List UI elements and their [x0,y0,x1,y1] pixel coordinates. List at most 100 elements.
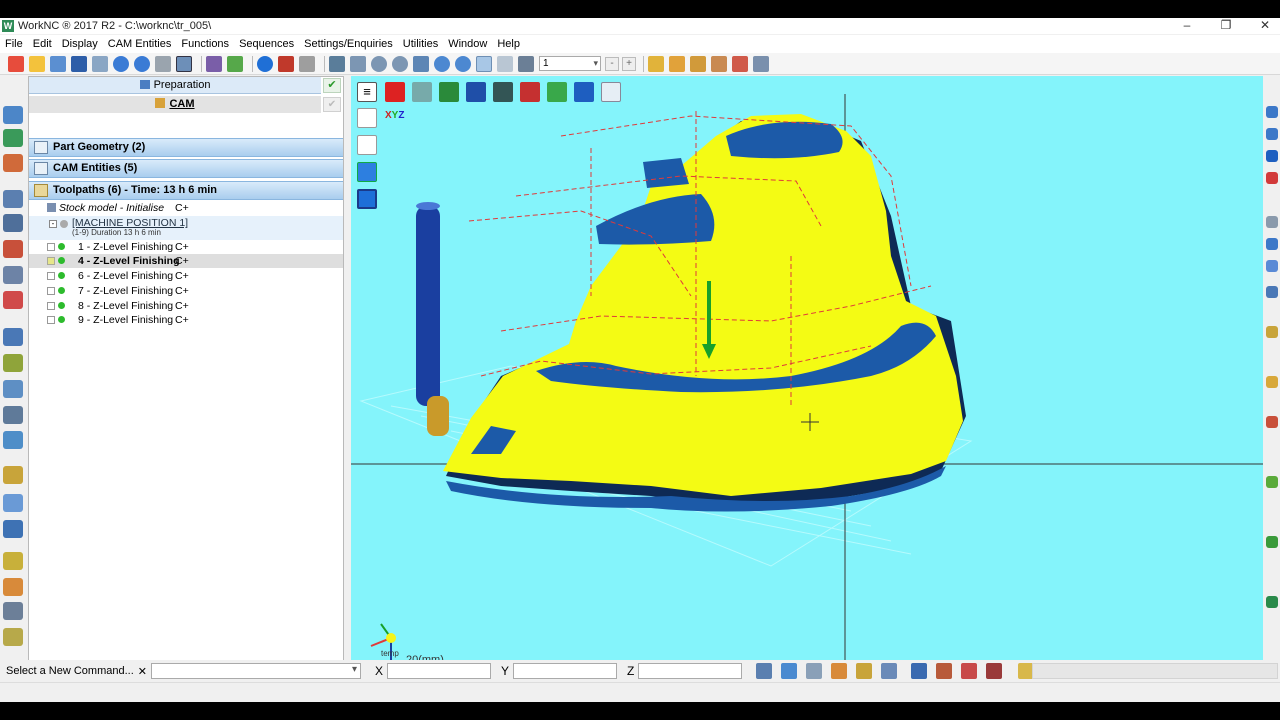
section-cam-entities[interactable]: CAM Entities (5) [29,159,343,178]
tool-icon[interactable] [206,55,222,72]
minimize-button[interactable]: – [1172,18,1202,34]
menu-help[interactable]: Help [492,38,525,50]
camera-icon[interactable] [299,55,315,72]
tool-holder-icon[interactable] [3,602,23,620]
restore-button[interactable]: ❐ [1211,18,1241,34]
menu-functions[interactable]: Functions [176,38,234,50]
y-coord-input[interactable] [513,663,618,679]
rotate-view-icon[interactable] [455,55,471,72]
toolpath-row[interactable]: 6 - Z-Level Finishing C+ [29,269,343,283]
machining-icon[interactable] [3,406,23,424]
menu-edit[interactable]: Edit [28,38,57,50]
machine-position-row[interactable]: - [MACHINE POSITION 1] (1-9) Duration 13… [29,216,343,240]
toolpath-row[interactable]: 8 - Z-Level Finishing C+ [29,299,343,313]
command-combo[interactable] [151,663,361,679]
open-folder-icon[interactable] [29,55,45,72]
toolpath-row[interactable]: 7 - Z-Level Finishing C+ [29,284,343,298]
toolpath-checkbox[interactable] [47,302,55,310]
toolpath-checkbox[interactable] [47,243,55,251]
new-file-icon[interactable] [8,55,24,72]
toolpath-list-icon[interactable] [3,129,23,147]
zoom-in-icon[interactable] [371,55,387,72]
stock-model-row[interactable]: Stock model - Initialise C+ [29,201,343,215]
collapse-icon[interactable]: - [49,220,57,228]
menu-utilities[interactable]: Utilities [398,38,443,50]
panel-icon[interactable] [1266,238,1278,250]
fit-view-icon[interactable] [476,55,492,72]
zoom-window-icon[interactable] [350,55,366,72]
redo-icon[interactable] [134,55,150,72]
cam-check-icon[interactable]: ✔ [323,97,341,112]
snap-intersection-icon[interactable] [856,663,873,679]
panel-icon[interactable] [1266,286,1278,298]
print-icon[interactable] [92,55,108,72]
measure-icon[interactable] [911,663,928,679]
x-coord-input[interactable] [387,663,492,679]
z-coord-input[interactable] [638,663,743,679]
level-select[interactable]: 1 [539,56,601,71]
select-entity-icon[interactable] [669,55,685,72]
toolpath-checkbox-checked[interactable] [47,257,55,265]
analysis-tool-icon[interactable] [936,663,953,679]
snap-node-icon[interactable] [781,663,798,679]
select-list-icon[interactable] [711,55,727,72]
toolpath-checkbox[interactable] [47,316,55,324]
dynamic-view-icon[interactable] [497,55,513,72]
panel-icon[interactable] [1266,596,1278,608]
hole-icon[interactable] [3,354,23,372]
documentation-icon[interactable] [3,552,23,570]
drilling-icon[interactable] [3,328,23,346]
multi-axis-icon[interactable] [3,380,23,398]
toolpath-checkbox[interactable] [47,272,55,280]
snap-point-icon[interactable] [756,663,773,679]
panel-icon[interactable] [1266,128,1278,140]
panel-icon[interactable] [1266,106,1278,118]
stock-icon[interactable] [3,466,23,484]
calculator-icon[interactable] [986,663,1003,679]
rest-material-icon[interactable] [3,291,23,309]
menu-window[interactable]: Window [443,38,492,50]
snap-center-icon[interactable] [831,663,848,679]
zlevel-icon[interactable] [3,214,23,232]
rotate-icon[interactable] [434,55,450,72]
toolpath-row-selected[interactable]: 4 - Z-Level Finishing C+ [29,254,343,268]
contour-icon[interactable] [3,240,23,258]
simulation-icon[interactable] [3,431,23,449]
save-icon[interactable] [71,55,87,72]
tab-preparation[interactable]: Preparation [29,77,321,94]
open-workzone-icon[interactable] [50,55,66,72]
finishing-icon[interactable] [3,190,23,208]
panel-icon[interactable] [1266,216,1278,228]
close-button[interactable]: ✕ [1250,18,1280,34]
menu-cam-entities[interactable]: CAM Entities [103,38,177,50]
properties-icon[interactable] [753,55,769,72]
pencil-icon[interactable] [3,266,23,284]
section-part-geometry[interactable]: Part Geometry (2) [29,138,343,157]
menu-sequences[interactable]: Sequences [234,38,299,50]
postprocessor-icon[interactable] [3,520,23,538]
tool-path-icon[interactable] [227,55,243,72]
validate-check-icon[interactable]: ✔ [323,78,341,93]
window-layout-icon[interactable] [176,55,192,72]
sphere-icon[interactable] [257,55,273,72]
panel-icon[interactable] [1266,536,1278,548]
select-group-icon[interactable] [690,55,706,72]
library-icon[interactable] [3,628,23,646]
panel-icon[interactable] [1266,416,1278,428]
panel-icon[interactable] [1266,476,1278,488]
report-icon[interactable] [961,663,978,679]
select-pointer-icon[interactable] [648,55,664,72]
toolpath-checkbox[interactable] [47,287,55,295]
grid-icon[interactable] [155,55,171,72]
level-minus-button[interactable]: - [605,56,619,71]
menu-settings-enquiries[interactable]: Settings/Enquiries [299,38,398,50]
panel-icon[interactable] [1266,376,1278,388]
analysis-icon[interactable] [3,494,23,512]
zoom-out-icon[interactable] [392,55,408,72]
toolpath-row[interactable]: 9 - Z-Level Finishing C+ [29,313,343,327]
shaded-cube-icon[interactable] [278,55,294,72]
workzone-icon[interactable] [3,106,23,124]
panel-icon[interactable] [1266,172,1278,184]
3d-viewport[interactable]: ≡ XYZ temp [351,76,1263,674]
view-book-icon[interactable] [329,55,345,72]
